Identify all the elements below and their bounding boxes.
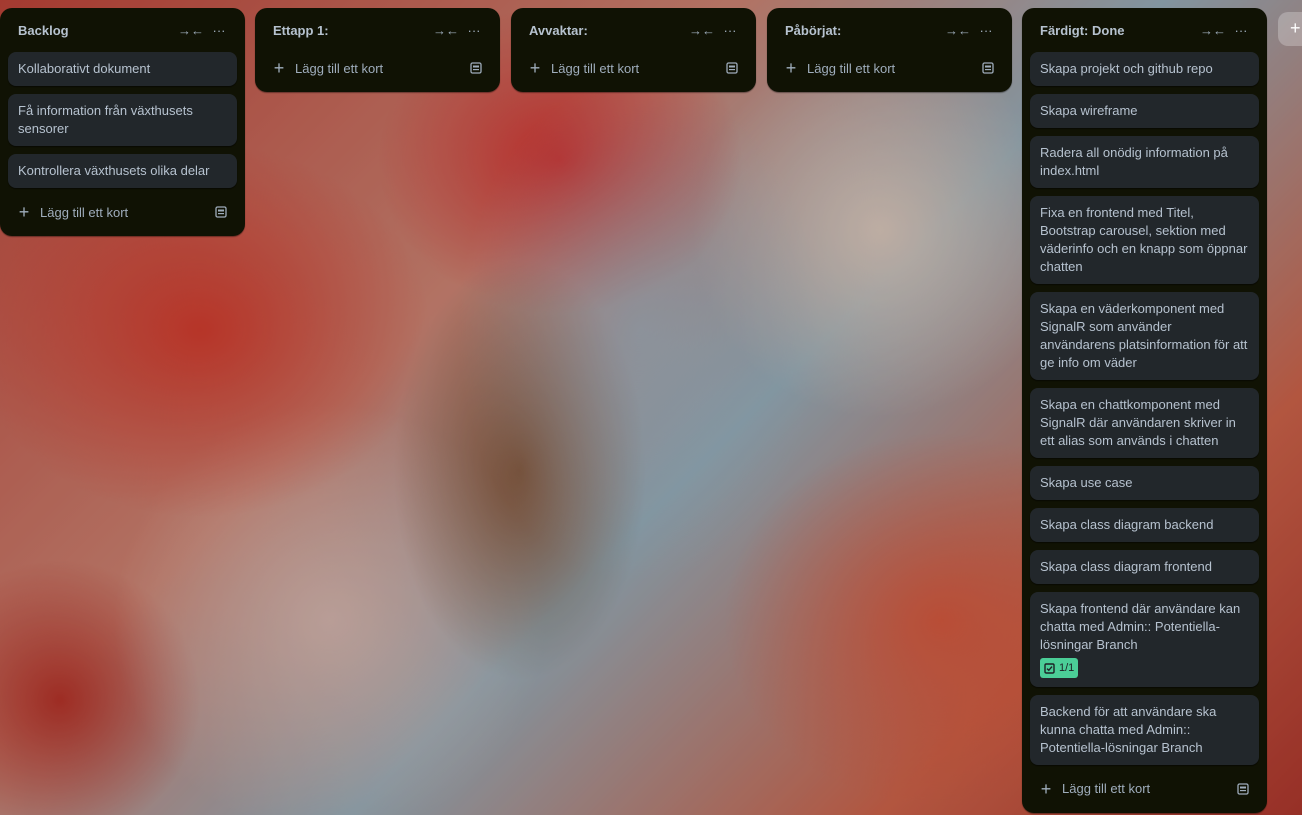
card[interactable]: Skapa en chattkomponent med SignalR där …: [1030, 388, 1259, 458]
card-title: Skapa class diagram backend: [1040, 517, 1214, 532]
card[interactable]: Skapa class diagram frontend: [1030, 550, 1259, 584]
list-title[interactable]: Påbörjat:: [785, 23, 944, 38]
card-template-icon[interactable]: [464, 62, 488, 74]
list-title[interactable]: Färdigt: Done: [1040, 23, 1199, 38]
card-title: Skapa use case: [1040, 475, 1133, 490]
card[interactable]: Skapa use case: [1030, 466, 1259, 500]
more-dots-icon[interactable]: ···: [972, 16, 1000, 44]
add-card-label: Lägg till ett kort: [807, 60, 896, 76]
card-template-icon[interactable]: [209, 206, 233, 218]
card-template-icon[interactable]: [1231, 782, 1255, 795]
more-dots-icon[interactable]: ···: [1227, 16, 1255, 44]
plus-icon: +: [785, 58, 797, 78]
add-card-label: Lägg till ett kort: [1062, 781, 1151, 796]
checklist-icon: [1044, 662, 1055, 674]
card-title: Skapa en chattkomponent med SignalR där …: [1040, 397, 1236, 448]
collapse-arrows-icon[interactable]: →←: [1199, 16, 1227, 44]
list-header: Avvaktar: →← ···: [519, 8, 748, 52]
list-fardigt-done: Färdigt: Done →← ··· Skapa projekt och g…: [1022, 8, 1267, 813]
card-title: Fixa en frontend med Titel, Bootstrap ca…: [1040, 205, 1248, 274]
card[interactable]: Skapa frontend där användare kan chatta …: [1030, 592, 1259, 687]
card-title: Skapa en väderkomponent med SignalR som …: [1040, 301, 1248, 370]
card-title: Kollaborativt dokument: [18, 61, 151, 76]
card[interactable]: Fixa en frontend med Titel, Bootstrap ca…: [1030, 196, 1259, 284]
add-card-label: Lägg till ett kort: [551, 60, 640, 76]
list-header: Backlog →← ···: [8, 8, 237, 52]
add-card-label: Lägg till ett kort: [295, 60, 384, 76]
list-header: Påbörjat: →← ···: [775, 8, 1004, 52]
card[interactable]: Kollaborativt dokument: [8, 52, 237, 86]
add-card-button[interactable]: + Lägg till ett kort: [775, 52, 1004, 84]
list-paborjat: Påbörjat: →← ··· + Lägg till ett kort: [767, 8, 1012, 92]
plus-icon: +: [1040, 778, 1052, 799]
card-title: Backend för att användare ska kunna chat…: [1040, 703, 1217, 755]
card-title: Få information från växthusets sensorer: [18, 103, 193, 136]
collapse-arrows-icon[interactable]: →←: [944, 16, 972, 44]
card-title: Kontrollera växthusets olika delar: [18, 163, 210, 178]
list-title[interactable]: Ettapp 1:: [273, 23, 432, 38]
plus-icon: +: [18, 202, 30, 222]
list-header: Ettapp 1: →← ···: [263, 8, 492, 52]
list-title[interactable]: Avvaktar:: [529, 23, 688, 38]
card-title: Skapa projekt och github repo: [1040, 61, 1213, 76]
collapse-arrows-icon[interactable]: →←: [432, 16, 460, 44]
card[interactable]: Radera all onödig information på index.h…: [1030, 136, 1259, 188]
card[interactable]: Skapa wireframe: [1030, 94, 1259, 128]
card[interactable]: Skapa projekt och github repo: [1030, 52, 1259, 86]
card-template-icon[interactable]: [976, 62, 1000, 74]
card[interactable]: Kontrollera växthusets olika delar: [8, 154, 237, 188]
list-title[interactable]: Backlog: [18, 23, 177, 38]
card-template-icon[interactable]: [720, 62, 744, 74]
add-card-label: Lägg till ett kort: [40, 204, 129, 220]
more-dots-icon[interactable]: ···: [716, 16, 744, 44]
card-title: Skapa frontend där användare kan chatta …: [1040, 601, 1241, 652]
list-ettapp-1: Ettapp 1: →← ··· + Lägg till ett kort: [255, 8, 500, 92]
checklist-count: 1/1: [1059, 662, 1075, 674]
collapse-arrows-icon[interactable]: →←: [688, 16, 716, 44]
card[interactable]: Skapa en väderkomponent med SignalR som …: [1030, 292, 1259, 380]
collapse-arrows-icon[interactable]: →←: [177, 16, 205, 44]
card[interactable]: Skapa class diagram backend: [1030, 508, 1259, 542]
add-card-button[interactable]: + Lägg till ett kort: [8, 196, 237, 228]
more-dots-icon[interactable]: ···: [205, 16, 233, 44]
plus-icon: +: [1290, 18, 1301, 38]
card-title: Radera all onödig information på index.h…: [1040, 145, 1228, 178]
list-header: Färdigt: Done →← ···: [1030, 8, 1259, 52]
add-card-button[interactable]: + Lägg till ett kort: [519, 52, 748, 84]
card[interactable]: Backend för att användare ska kunna chat…: [1030, 694, 1259, 765]
card-title: Skapa wireframe: [1040, 103, 1138, 118]
list-avvaktar: Avvaktar: →← ··· + Lägg till ett kort: [511, 8, 756, 92]
add-card-button[interactable]: + Lägg till ett kort: [1030, 773, 1259, 805]
card-title: Skapa class diagram frontend: [1040, 559, 1212, 574]
add-list-button[interactable]: +: [1278, 12, 1302, 46]
list-backlog: Backlog →← ··· Kollaborativt dokument Få…: [0, 8, 245, 236]
plus-icon: +: [273, 58, 285, 78]
plus-icon: +: [529, 58, 541, 78]
add-card-button[interactable]: + Lägg till ett kort: [263, 52, 492, 84]
checklist-badge: 1/1: [1040, 658, 1079, 678]
card[interactable]: Få information från växthusets sensorer: [8, 94, 237, 146]
more-dots-icon[interactable]: ···: [460, 16, 488, 44]
